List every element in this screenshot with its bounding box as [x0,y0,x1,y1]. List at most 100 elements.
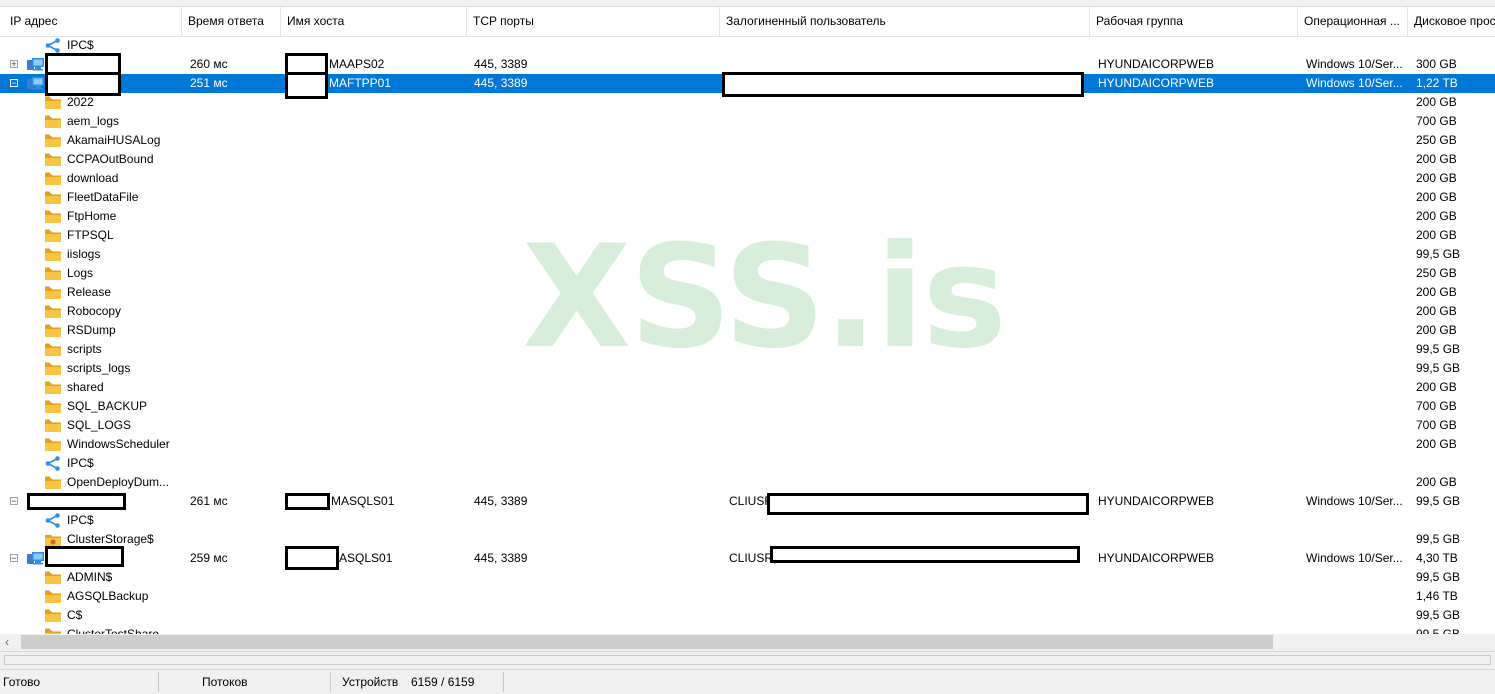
hostname-cell: MAFTPP01 [329,76,392,90]
item-name: FtpHome [67,209,117,223]
folder-row[interactable]: shared 200 GB [0,378,1495,397]
share-row[interactable]: IPC$ [0,36,1495,55]
item-name: download [67,171,119,185]
column-header-os[interactable]: Операционная ... [1298,7,1408,36]
disk-space-cell: 1,46 TB [1416,589,1458,603]
folder-row[interactable]: Logs 250 GB [0,264,1495,283]
redaction-box [45,546,124,567]
item-name: WindowsScheduler [67,437,170,451]
item-name: AGSQLBackup [67,589,149,603]
collapse-icon[interactable]: − [10,497,18,506]
item-name: FleetDataFile [67,190,139,204]
tcp-ports-cell: 445, 3389 [474,76,528,90]
folder-row[interactable]: 2022 200 GB [0,93,1495,112]
item-name: scripts [67,342,102,356]
workgroup-cell: HYUNDAICORPWEB [1098,494,1215,508]
folder-icon [45,343,61,356]
column-header-tcp-ports[interactable]: TCP порты [467,7,720,36]
folder-row[interactable]: ClusterTestShare 99,5 GB [0,625,1495,634]
item-name: ADMIN$ [67,570,113,584]
disk-space-cell: 99,5 GB [1416,342,1461,356]
host-row[interactable]: − 251 мс MAFTPP01 445, 3389 HYUNDAICORPWEB Wi… [0,72,1495,99]
progress-area [0,651,1495,670]
item-name: CCPAOutBound [67,152,154,166]
computer-icon [27,76,44,91]
folder-row[interactable]: WindowsScheduler 200 GB [0,435,1495,454]
item-name: IPC$ [67,456,94,470]
folder-icon [45,115,61,128]
folder-row[interactable]: CCPAOutBound 200 GB [0,150,1495,169]
disk-space-cell: 300 GB [1416,57,1457,71]
share-row[interactable]: IPC$ [0,454,1495,473]
disk-space-cell: 200 GB [1416,209,1457,223]
response-time-cell: 261 мс [190,494,228,508]
disk-space-cell: 99,5 GB [1416,532,1461,546]
column-header-workgroup[interactable]: Рабочая группа [1090,7,1298,36]
folder-row[interactable]: AGSQLBackup 1,46 TB [0,587,1495,606]
column-header-logged-user[interactable]: Залогиненный пользователь [720,7,1090,36]
share-row[interactable]: IPC$ [0,511,1495,530]
tcp-ports-cell: 445, 3389 [474,57,528,71]
folder-row[interactable]: download 200 GB [0,169,1495,188]
folder-icon [45,305,61,318]
workgroup-cell: HYUNDAICORPWEB [1098,551,1215,565]
host-row[interactable]: −259 мс ASQLS01 445, 3389 CLIUSR, HYUNDAICOR… [0,546,1495,570]
hostname-cell: MASQLS01 [331,494,395,508]
folder-row[interactable]: ClusterStorage$ 99,5 GB [0,530,1495,549]
folder-row[interactable]: iislogs 99,5 GB [0,245,1495,264]
column-header-bar: IP адрес Время ответа Имя хоста TCP порт… [0,7,1495,37]
disk-space-cell: 200 GB [1416,475,1457,489]
response-time-cell: 260 мс [190,57,228,71]
folder-row[interactable]: SQL_BACKUP 700 GB [0,397,1495,416]
status-bar: Готово Потоков Устройств 6159 / 6159 [0,669,1495,694]
status-separator [158,672,159,692]
response-time-cell: 251 мс [190,76,228,90]
folder-icon [45,571,61,584]
collapse-icon[interactable]: − [10,79,18,88]
folder-row[interactable]: scripts 99,5 GB [0,340,1495,359]
expand-icon[interactable]: + [10,60,18,69]
item-name: Logs [67,266,94,280]
disk-space-cell: 700 GB [1416,399,1457,413]
folder-row[interactable]: ADMIN$ 99,5 GB [0,568,1495,587]
scrollbar-thumb[interactable] [21,635,1273,649]
os-cell: Windows 10/Ser... [1306,57,1403,71]
disk-space-cell: 200 GB [1416,323,1457,337]
column-header-response-time[interactable]: Время ответа [182,7,281,36]
scroll-left-arrow-icon[interactable]: ‹ [5,634,19,651]
folder-icon [45,267,61,280]
folder-icon [45,590,61,603]
folder-row[interactable]: FleetDataFile 200 GB [0,188,1495,207]
folder-row[interactable]: AkamaiHUSALog 250 GB [0,131,1495,150]
folder-row[interactable]: OpenDeployDum... 200 GB [0,473,1495,492]
disk-space-cell: 700 GB [1416,114,1457,128]
workgroup-cell: HYUNDAICORPWEB [1098,76,1215,90]
column-header-ip[interactable]: IP адрес [4,7,182,36]
disk-space-cell: 200 GB [1416,304,1457,318]
folder-row[interactable]: SQL_LOGS 700 GB [0,416,1495,435]
column-header-hostname[interactable]: Имя хоста [281,7,467,36]
item-name: FTPSQL [67,228,114,242]
response-time-cell: 259 мс [190,551,228,565]
status-threads: Потоков [202,675,248,689]
folder-icon [45,153,61,166]
folder-row[interactable]: Robocopy 200 GB [0,302,1495,321]
folder-row[interactable]: aem_logs 700 GB [0,112,1495,131]
folder-row[interactable]: FTPSQL 200 GB [0,226,1495,245]
results-tree[interactable]: IPC$ +260 мс MAAPS02 445, 3389 HYUNDAICORPWE… [0,36,1495,634]
progress-bar [4,655,1491,665]
folder-row[interactable]: RSDump 200 GB [0,321,1495,340]
folder-row[interactable]: Release 200 GB [0,283,1495,302]
horizontal-scrollbar[interactable]: ‹ [0,634,1495,651]
column-header-disk-space[interactable]: Дисковое прос [1408,7,1495,36]
folder-icon [45,362,61,375]
disk-space-cell: 200 GB [1416,285,1457,299]
folder-row[interactable]: scripts_logs 99,5 GB [0,359,1495,378]
workgroup-cell: HYUNDAICORPWEB [1098,57,1215,71]
share-icon [45,38,61,53]
folder-row[interactable]: C$ 99,5 GB [0,606,1495,625]
folder-row[interactable]: FtpHome 200 GB [0,207,1495,226]
disk-space-cell [1416,511,1495,530]
collapse-icon[interactable]: − [10,554,18,563]
host-row[interactable]: −261 мс MASQLS01 445, 3389 CLIUSR HYUNDAICOR… [0,492,1495,515]
